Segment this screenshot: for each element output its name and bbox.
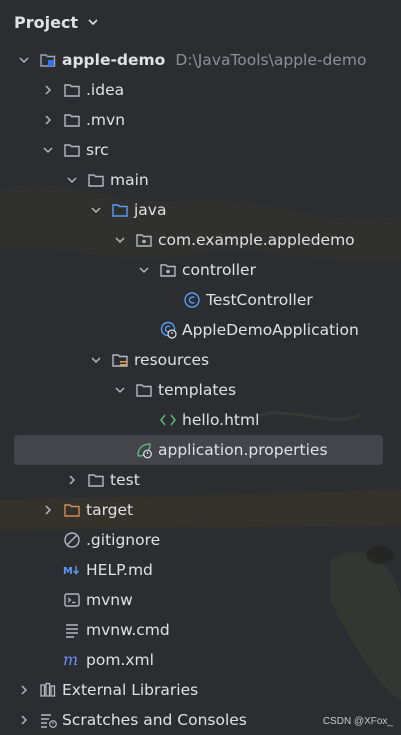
tree-item-main[interactable]: main [0,165,401,195]
folder-icon [135,381,153,399]
tree-item-label: mvnw [86,591,133,609]
panel-title: Project [14,12,79,32]
chevron-down-icon[interactable] [41,143,55,157]
tree-item-resources[interactable]: resources [0,345,401,375]
tree-item-test[interactable]: test [0,465,401,495]
folder-icon [63,81,81,99]
tree-item-label: main [110,171,149,189]
tree-item-label: External Libraries [62,681,199,699]
tree-item-templates[interactable]: templates [0,375,401,405]
chevron-down-icon[interactable] [137,263,151,277]
source-folder-icon [111,201,129,219]
tree-item-label: Scratches and Consoles [62,711,247,729]
chevron-right-icon[interactable] [41,113,55,127]
tree-item-target[interactable]: target [0,495,401,525]
chevron-down-icon[interactable] [86,15,100,29]
tree-item-label: mvnw.cmd [86,621,170,639]
tree-item-label: TestController [206,291,313,309]
tree-item-mvnw-cmd[interactable]: mvnw.cmd [0,615,401,645]
tree-item-hello-html[interactable]: hello.html [0,405,401,435]
package-icon [159,261,177,279]
tree-item-label: apple-demo [62,51,166,69]
tree-item-label: AppleDemoApplication [182,321,359,339]
tree-item-label: java [134,201,167,219]
text-file-icon [63,621,81,639]
tree-item-src[interactable]: src [0,135,401,165]
chevron-down-icon[interactable] [89,353,103,367]
tree-item-external-libraries[interactable]: External Libraries [0,675,401,705]
excluded-folder-icon [63,501,81,519]
tree-item-label: HELP.md [86,561,153,579]
tree-item-appledemoapplication[interactable]: AppleDemoApplication [0,315,401,345]
tree-item-java[interactable]: java [0,195,401,225]
tree-item-label: pom.xml [86,651,154,669]
tree-item-path: D:\JavaTools\apple-demo [175,51,367,69]
chevron-right-icon[interactable] [41,503,55,517]
chevron-down-icon[interactable] [113,233,127,247]
chevron-right-icon[interactable] [65,473,79,487]
chevron-down-icon[interactable] [113,383,127,397]
folder-icon [87,171,105,189]
chevron-down-icon[interactable] [65,173,79,187]
chevron-right-icon[interactable] [17,713,31,727]
tree-item-apple-demo[interactable]: apple-demo D:\JavaTools\apple-demo [0,45,401,75]
tree-item-label: controller [182,261,256,279]
chevron-right-icon[interactable] [41,83,55,97]
maven-icon: m [63,651,81,669]
folder-icon [87,471,105,489]
tree-item-mvnw[interactable]: mvnw [0,585,401,615]
tree-item-label: com.example.appledemo [158,231,355,249]
tree-item-label: application.properties [158,441,328,459]
folder-icon [63,111,81,129]
tree-item-mvn[interactable]: .mvn [0,105,401,135]
tree-item-help-md[interactable]: M HELP.md [0,555,401,585]
module-folder-icon [39,51,57,69]
package-icon [135,231,153,249]
tree-item-gitignore[interactable]: .gitignore [0,525,401,555]
tree-item-label: resources [134,351,210,369]
tree-item-label: .mvn [86,111,126,129]
chevron-down-icon[interactable] [89,203,103,217]
chevron-right-icon[interactable] [17,683,31,697]
tree-item-controller[interactable]: controller [0,255,401,285]
svg-text:M: M [63,566,73,577]
tree-item-package[interactable]: com.example.appledemo [0,225,401,255]
tree-item-pom-xml[interactable]: m pom.xml [0,645,401,675]
tree-item-application-properties[interactable]: application.properties [14,435,383,465]
spring-properties-icon [135,441,153,459]
project-panel-header[interactable]: Project [0,0,401,44]
folder-icon [63,141,81,159]
chevron-down-icon[interactable] [17,53,31,67]
markdown-icon: M [63,561,81,579]
tree-item-label: hello.html [182,411,260,429]
spring-boot-class-icon [159,321,177,339]
watermark: CSDN @XFox_ [322,716,393,727]
tree-item-testcontroller[interactable]: TestController [0,285,401,315]
tree-item-label: templates [158,381,237,399]
tree-item-label: target [86,501,134,519]
tree-item-label: .idea [86,81,125,99]
html-file-icon [159,411,177,429]
scratches-icon [39,711,57,729]
tree-item-label: test [110,471,140,489]
class-icon [183,291,201,309]
tree-item-label: .gitignore [86,531,161,549]
svg-text:m: m [63,651,78,669]
ignore-file-icon [63,531,81,549]
terminal-file-icon [63,591,81,609]
library-icon [39,681,57,699]
tree-item-idea[interactable]: .idea [0,75,401,105]
resources-folder-icon [111,351,129,369]
tree-item-label: src [86,141,109,159]
